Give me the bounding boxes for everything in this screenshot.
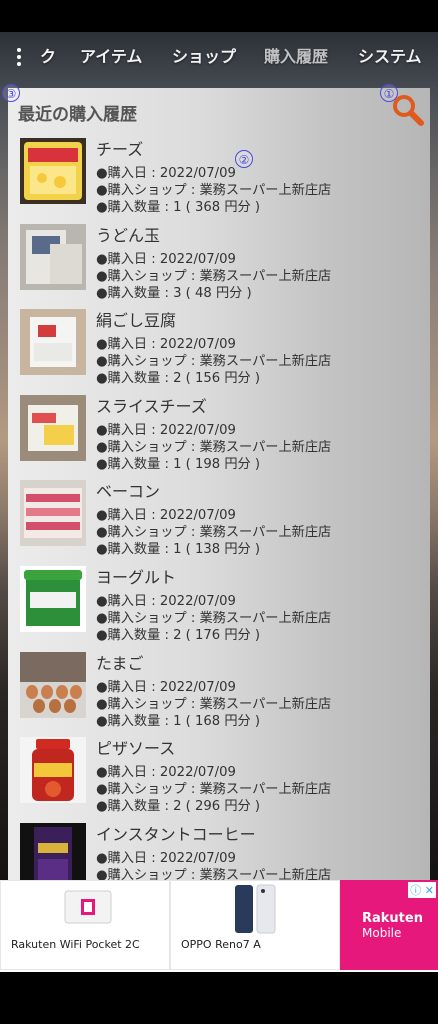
- purchase-quantity: ●購入数量 : 3 ( 48 円分 ): [96, 285, 252, 301]
- annotation-marker-2: ②: [235, 150, 253, 168]
- overflow-menu-icon[interactable]: [12, 46, 26, 68]
- product-thumbnail: [20, 138, 86, 204]
- ad-choices-icon[interactable]: ⓘ ✕: [408, 882, 436, 898]
- purchase-quantity: ●購入数量 : 1 ( 138 円分 ): [96, 542, 261, 558]
- search-button[interactable]: [388, 92, 428, 128]
- purchase-quantity: ●購入数量 : 2 ( 156 円分 ): [96, 371, 261, 387]
- tab-partial[interactable]: ク: [40, 44, 56, 70]
- purchase-quantity: ●購入数量 : 1 ( 368 円分 ): [96, 200, 261, 215]
- ad-item-phone[interactable]: OPPO Reno7 A: [170, 880, 340, 970]
- tab-items[interactable]: アイテム: [80, 44, 142, 70]
- brand-name: Rakuten: [362, 911, 423, 926]
- product-thumbnail: [20, 737, 86, 804]
- purchase-history-panel: 最近の購入履歴 チーズ ●購入日 : 2022/07/09 ●購入ショップ : …: [8, 88, 430, 880]
- product-thumbnail: [20, 822, 86, 880]
- list-item[interactable]: チーズ ●購入日 : 2022/07/09 ●購入ショップ : 業務スーパー上新…: [18, 138, 422, 224]
- annotation-marker-3: ③: [2, 84, 20, 102]
- product-name: 絹ごし豆腐: [96, 311, 177, 331]
- product-name: ベーコン: [96, 482, 161, 502]
- tab-purchase-history[interactable]: 購入履歴: [264, 44, 328, 70]
- product-name: スライスチーズ: [96, 396, 207, 416]
- ad-banner[interactable]: Rakuten WiFi Pocket 2C OPPO Reno7 A Raku…: [0, 880, 438, 972]
- product-name: インスタントコーヒー: [96, 824, 256, 844]
- purchase-quantity: ●購入数量 : 2 ( 176 円分 ): [96, 627, 261, 643]
- product-thumbnail: [20, 223, 86, 290]
- panel-title: 最近の購入履歴: [18, 105, 137, 125]
- list-item[interactable]: ヨーグルト ●購入日 : 2022/07/09 ●購入ショップ : 業務スーパー…: [18, 565, 422, 652]
- product-thumbnail: [20, 394, 86, 461]
- ad-item-label: OPPO Reno7 A: [181, 938, 261, 951]
- search-icon: [393, 95, 424, 126]
- brand-sub: Mobile: [362, 926, 402, 940]
- pocket-wifi-image: [64, 890, 112, 924]
- product-thumbnail: [20, 309, 86, 376]
- purchase-quantity: ●購入数量 : 1 ( 168 円分 ): [96, 713, 261, 729]
- tab-shops[interactable]: ショップ: [172, 44, 236, 70]
- rakuten-mobile-logo[interactable]: Rakuten Mobile ⓘ ✕: [340, 880, 438, 970]
- product-thumbnail: [20, 565, 86, 632]
- list-item[interactable]: ピザソース ●購入日 : 2022/07/09 ●購入ショップ : 業務スーパー…: [18, 737, 422, 823]
- product-name: ヨーグルト: [96, 567, 177, 587]
- product-thumbnail: [20, 480, 86, 547]
- list-item[interactable]: たまご ●購入日 : 2022/07/09 ●購入ショップ : 業務スーパー上新…: [18, 651, 422, 738]
- purchase-quantity: ●購入数量 : 1 ( 198 円分 ): [96, 456, 261, 472]
- navigation-bar-area: [0, 972, 438, 1024]
- product-name: ピザソース: [96, 739, 176, 759]
- purchase-shop: ●購入ショップ : 業務スーパー上新庄店: [96, 867, 332, 880]
- ad-item-wifi[interactable]: Rakuten WiFi Pocket 2C: [0, 880, 170, 970]
- list-item[interactable]: インスタントコーヒー ●購入日 : 2022/07/09 ●購入ショップ : 業…: [18, 822, 422, 880]
- product-thumbnail: [20, 651, 86, 718]
- ad-item-label: Rakuten WiFi Pocket 2C: [11, 938, 140, 951]
- list-item[interactable]: ベーコン ●購入日 : 2022/07/09 ●購入ショップ : 業務スーパー上…: [18, 480, 422, 566]
- purchase-list: チーズ ●購入日 : 2022/07/09 ●購入ショップ : 業務スーパー上新…: [18, 138, 422, 880]
- smartphone-image: [235, 884, 276, 934]
- list-item[interactable]: うどん玉 ●購入日 : 2022/07/09 ●購入ショップ : 業務スーパー上…: [18, 223, 422, 310]
- product-name: うどん玉: [96, 225, 161, 245]
- status-bar: [0, 0, 438, 32]
- product-name: たまご: [96, 653, 144, 673]
- purchase-quantity: ●購入数量 : 2 ( 296 円分 ): [96, 799, 261, 815]
- top-tab-bar: ク アイテム ショップ 購入履歴 システム: [0, 40, 438, 74]
- tab-system[interactable]: システム: [358, 44, 422, 70]
- list-item[interactable]: 絹ごし豆腐 ●購入日 : 2022/07/09 ●購入ショップ : 業務スーパー…: [18, 309, 422, 395]
- list-item[interactable]: スライスチーズ ●購入日 : 2022/07/09 ●購入ショップ : 業務スー…: [18, 394, 422, 481]
- product-name: チーズ: [96, 140, 144, 159]
